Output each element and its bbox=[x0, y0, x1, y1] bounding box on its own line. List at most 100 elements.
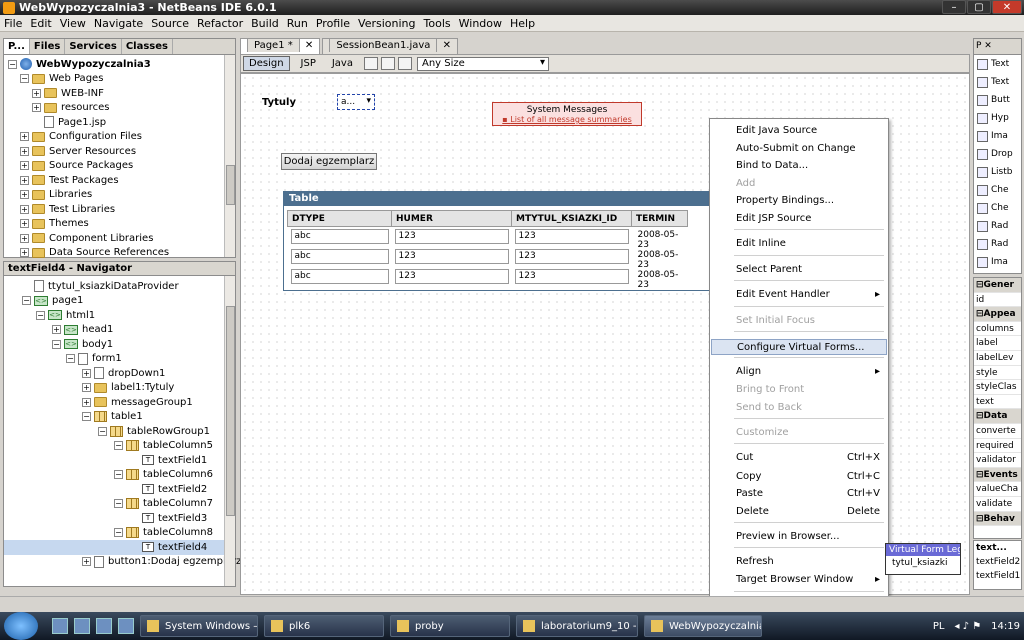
projects-tab-3[interactable]: Classes bbox=[122, 39, 173, 54]
refresh-icon[interactable] bbox=[380, 57, 395, 70]
taskbar-button[interactable]: plk6 bbox=[264, 615, 384, 637]
navigator-tree-item[interactable]: + messageGroup1 bbox=[4, 395, 235, 410]
context-menu-item[interactable]: Paste Ctrl+V bbox=[736, 486, 880, 502]
table-header[interactable]: MTYTUL_KSIAZKI_ID bbox=[511, 210, 632, 227]
maximize-icon[interactable]: ▢ bbox=[967, 0, 991, 14]
project-tree-item[interactable]: + Test Libraries bbox=[4, 202, 235, 217]
project-tree-item[interactable]: Page1.jsp bbox=[4, 115, 235, 130]
project-tree-item[interactable]: + resources bbox=[4, 101, 235, 116]
table-text-field[interactable]: 123 bbox=[394, 229, 509, 245]
close-icon[interactable]: ✕ bbox=[992, 0, 1022, 14]
project-tree-item[interactable]: − Web Pages bbox=[4, 72, 235, 87]
project-tree-item[interactable]: + Themes bbox=[4, 217, 235, 232]
property-row[interactable]: id bbox=[974, 293, 1021, 308]
table-text-field[interactable]: abc bbox=[290, 249, 389, 264]
start-button-icon[interactable] bbox=[4, 612, 38, 640]
palette-item[interactable]: Listb bbox=[974, 163, 1021, 181]
navigator-scrollbar[interactable] bbox=[224, 276, 235, 586]
palette-item[interactable]: Rad bbox=[974, 217, 1021, 235]
property-category[interactable]: ⊟Appea bbox=[974, 307, 1021, 322]
menu-file[interactable]: File bbox=[0, 17, 26, 30]
navigator-tree-item[interactable]: + label1:Tytuly bbox=[4, 381, 235, 396]
palette-item[interactable]: Che bbox=[974, 199, 1021, 217]
expand-icon[interactable]: − bbox=[66, 354, 75, 364]
context-menu-item[interactable]: Align ▸ bbox=[736, 364, 880, 380]
menu-window[interactable]: Window bbox=[455, 17, 506, 30]
expand-icon[interactable]: + bbox=[20, 219, 29, 229]
property-category[interactable]: ⊟Events bbox=[974, 467, 1021, 483]
tab-sessionbean1[interactable]: SessionBean1.java ✕ bbox=[322, 38, 459, 54]
navigator-tree-item[interactable]: TtextField4 bbox=[4, 540, 235, 555]
title-dropdown[interactable]: a... bbox=[337, 94, 375, 110]
virtual-forms-icon[interactable] bbox=[397, 57, 412, 70]
taskbar-button[interactable]: proby bbox=[390, 615, 510, 637]
property-row[interactable]: valueCha bbox=[974, 482, 1021, 497]
project-tree-item[interactable]: + Component Libraries bbox=[4, 231, 235, 246]
table-header[interactable]: TERMIN bbox=[631, 210, 688, 227]
expand-icon[interactable]: + bbox=[20, 175, 29, 185]
property-row[interactable]: label bbox=[974, 336, 1021, 351]
context-menu-item[interactable]: Edit Inline bbox=[736, 236, 880, 252]
table-text-field[interactable]: 2008-05-23 bbox=[634, 249, 685, 270]
property-row[interactable]: required bbox=[974, 439, 1021, 454]
context-menu-item[interactable]: Copy Ctrl+C bbox=[736, 469, 880, 485]
menu-profile[interactable]: Profile bbox=[312, 17, 354, 30]
navigator-tree-item[interactable]: − form1 bbox=[4, 352, 235, 367]
project-tree-item[interactable]: + Server Resources bbox=[4, 144, 235, 159]
expand-icon[interactable]: + bbox=[20, 161, 29, 171]
taskbar-button[interactable]: System Windows —... bbox=[140, 615, 258, 637]
property-row[interactable]: text bbox=[974, 395, 1021, 410]
context-menu-item[interactable]: Select Parent bbox=[736, 262, 880, 278]
context-menu-item[interactable]: Bind to Data... bbox=[736, 158, 880, 174]
palette-item[interactable]: Hyp bbox=[974, 109, 1021, 127]
menu-edit[interactable]: Edit bbox=[26, 17, 55, 30]
context-menu-item[interactable]: Delete Delete bbox=[736, 504, 880, 520]
table-text-field[interactable]: 123 bbox=[394, 269, 509, 284]
tab-page1[interactable]: Page1 * ✕ bbox=[240, 38, 321, 54]
expand-icon[interactable]: − bbox=[114, 499, 123, 509]
palette-item[interactable]: Text bbox=[974, 55, 1021, 73]
switch-windows-icon[interactable] bbox=[74, 618, 90, 634]
tray-icons[interactable]: ◂ ♪ ⚑ bbox=[954, 621, 981, 632]
design-table[interactable]: Table DTYPE HUMER MTYTUL_KSIAZKI_ID TERMIN … bbox=[283, 191, 713, 291]
navigator-tree-item[interactable]: ttytul_ksiazkiDataProvider bbox=[4, 279, 235, 294]
menu-tools[interactable]: Tools bbox=[420, 17, 455, 30]
browser-icon[interactable] bbox=[96, 618, 112, 634]
property-row[interactable]: columns bbox=[974, 322, 1021, 337]
property-row[interactable]: converte bbox=[974, 424, 1021, 439]
table-text-field[interactable]: abc bbox=[290, 229, 389, 245]
context-menu-item[interactable]: Edit Java Source bbox=[736, 123, 880, 139]
navigator-tree-item[interactable]: − <> body1 bbox=[4, 337, 235, 352]
property-row[interactable]: validate bbox=[974, 497, 1021, 512]
property-category[interactable]: ⊟Data bbox=[974, 409, 1021, 424]
navigator-tree-item[interactable]: − tableColumn7 bbox=[4, 497, 235, 512]
system-messages-box[interactable]: System Messages ▪ List of all message su… bbox=[492, 102, 642, 126]
page-size-select[interactable]: Any Size bbox=[416, 56, 549, 71]
project-tree-item[interactable]: + Source Packages bbox=[4, 159, 235, 174]
context-menu-item[interactable]: Edit JSP Source bbox=[736, 211, 880, 227]
project-tree-item[interactable]: + Test Packages bbox=[4, 173, 235, 188]
table-text-field[interactable]: abc bbox=[290, 269, 389, 284]
expand-icon[interactable]: − bbox=[82, 412, 91, 422]
navigator-tree-item[interactable]: − tableColumn8 bbox=[4, 526, 235, 541]
palette-item[interactable]: Butt bbox=[974, 91, 1021, 109]
show-desktop-icon[interactable] bbox=[52, 618, 68, 634]
expand-icon[interactable]: − bbox=[52, 339, 61, 349]
projects-tab-1[interactable]: Files bbox=[30, 39, 66, 54]
expand-icon[interactable]: − bbox=[114, 441, 123, 451]
table-header[interactable]: DTYPE bbox=[287, 210, 392, 227]
context-menu-item[interactable]: Preview in Browser... bbox=[736, 529, 880, 545]
navigator-tree-item[interactable]: − table1 bbox=[4, 410, 235, 425]
minimize-icon[interactable]: – bbox=[942, 0, 966, 14]
property-category[interactable]: ⊟Gener bbox=[974, 278, 1021, 293]
navigator-tree-item[interactable]: TtextField2 bbox=[4, 482, 235, 497]
virtual-form-legend[interactable]: Virtual Form Legend tytul_ksiazki bbox=[885, 543, 961, 575]
navigator-tree-item[interactable]: + dropDown1 bbox=[4, 366, 235, 381]
dodaj-egzemplarz-button[interactable]: Dodaj egzemplarz bbox=[281, 153, 377, 170]
expand-icon[interactable]: + bbox=[20, 132, 29, 142]
palette-item[interactable]: Che bbox=[974, 181, 1021, 199]
table-text-field[interactable]: 123 bbox=[394, 249, 509, 264]
expand-icon[interactable]: + bbox=[82, 557, 91, 567]
expand-icon[interactable]: + bbox=[32, 88, 41, 98]
expand-icon[interactable]: + bbox=[32, 103, 41, 113]
